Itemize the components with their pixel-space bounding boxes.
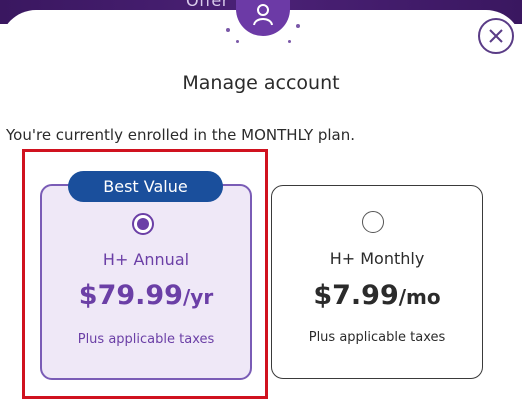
plan-taxes-monthly: Plus applicable taxes <box>308 330 446 345</box>
user-icon <box>253 4 273 26</box>
enrolled-plan-text: You're currently enrolled in the MONTHLY… <box>6 126 356 144</box>
radio-annual[interactable] <box>132 213 154 235</box>
close-button[interactable] <box>478 18 514 54</box>
radio-monthly[interactable] <box>362 211 384 233</box>
plan-price-annual: $79.99/yr <box>40 280 252 311</box>
sparkle-dot <box>226 28 230 32</box>
price-amount: $7.99 <box>313 280 399 311</box>
best-value-badge: Best Value <box>68 171 223 202</box>
sparkle-dot <box>296 24 300 28</box>
sparkle-dot <box>236 40 239 43</box>
banner-text: Offer <box>186 0 229 10</box>
price-unit: /mo <box>398 285 441 309</box>
plan-taxes-annual: Plus applicable taxes <box>77 332 215 347</box>
price-amount: $79.99 <box>78 280 183 311</box>
sparkle-dot <box>288 40 291 43</box>
page-title: Manage account <box>182 72 340 94</box>
radio-selected-dot <box>137 218 149 230</box>
plan-price-monthly: $7.99/mo <box>271 280 483 311</box>
plan-name-monthly: H+ Monthly <box>329 249 425 268</box>
close-icon <box>489 29 503 43</box>
price-unit: /yr <box>182 285 214 309</box>
plan-name-annual: H+ Annual <box>102 250 190 269</box>
